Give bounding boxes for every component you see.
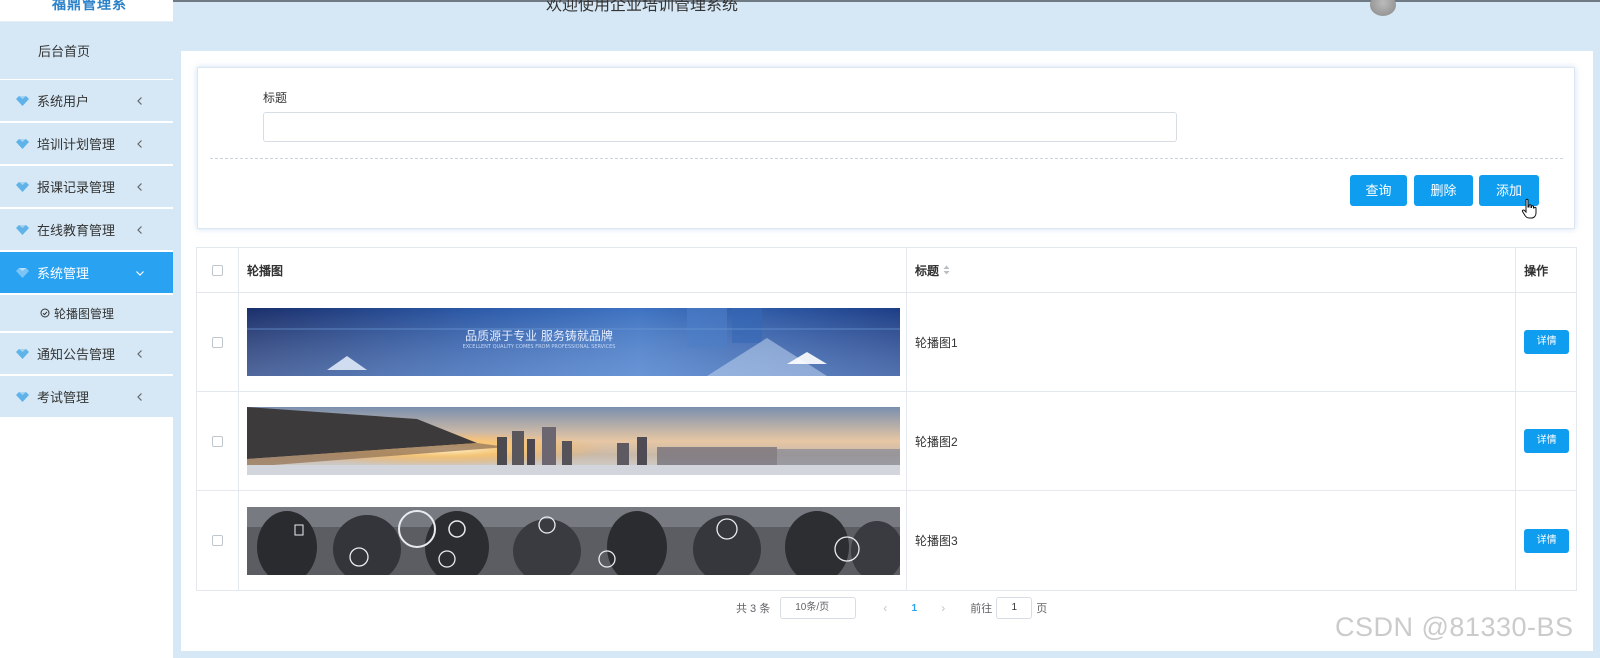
sidebar-brand-area: 福鼎管理系 bbox=[0, 0, 173, 22]
title-cell: 轮播图2 bbox=[907, 392, 1517, 490]
sidebar-item-users[interactable]: 系统用户 bbox=[0, 80, 173, 123]
carousel-image-2[interactable] bbox=[246, 407, 900, 475]
gem-icon bbox=[16, 348, 29, 359]
title-search-input[interactable] bbox=[263, 112, 1177, 142]
column-header-title-label: 标题 bbox=[914, 263, 939, 278]
title-field-label: 标题 bbox=[263, 91, 288, 105]
sidebar-item-label: 系统管理 bbox=[37, 266, 90, 281]
select-all-cell bbox=[197, 248, 239, 292]
chevron-left-icon bbox=[137, 392, 142, 401]
next-page-icon[interactable]: › bbox=[928, 601, 958, 615]
carousel-table: 轮播图 标题 操作 品质源于专业 服务铸就品牌 EXCELLENT QUALIT… bbox=[196, 247, 1577, 591]
detail-button[interactable]: 详情 bbox=[1524, 528, 1570, 553]
page-size-select[interactable]: 10条/页 bbox=[780, 597, 857, 619]
sidebar-item-label: 报课记录管理 bbox=[37, 180, 116, 195]
gem-icon bbox=[16, 224, 29, 235]
sidebar-item-label: 培训计划管理 bbox=[37, 137, 116, 152]
chevron-left-icon bbox=[137, 139, 142, 148]
actions-cell: 详情 bbox=[1516, 491, 1576, 590]
column-header-image: 轮播图 bbox=[239, 248, 907, 292]
table-row: 品质源于专业 服务铸就品牌 EXCELLENT QUALITY COMES FR… bbox=[197, 293, 1576, 392]
carousel-image-3[interactable] bbox=[246, 506, 900, 575]
select-all-checkbox[interactable] bbox=[211, 264, 223, 276]
sidebar-item-enrollment-records[interactable]: 报课记录管理 bbox=[0, 166, 173, 209]
column-header-actions: 操作 bbox=[1524, 263, 1549, 278]
gem-icon bbox=[16, 181, 29, 192]
gem-icon bbox=[16, 391, 29, 402]
pagination: 共 3 条 10条/页 ‹ 1 › 前往 1 页 bbox=[736, 597, 1047, 619]
chevron-left-icon bbox=[137, 349, 142, 358]
table-row: 轮播图2 详情 bbox=[197, 392, 1576, 491]
delete-button[interactable]: 删除 bbox=[1414, 175, 1473, 206]
sort-icon[interactable] bbox=[943, 265, 950, 275]
sidebar-item-label: 系统用户 bbox=[37, 94, 90, 109]
page-number-current[interactable]: 1 bbox=[900, 603, 928, 614]
sidebar-item-home[interactable]: 后台首页 bbox=[0, 22, 173, 80]
gem-icon bbox=[16, 138, 29, 149]
divider bbox=[210, 158, 1563, 159]
column-header-title[interactable]: 标题 bbox=[907, 248, 1517, 292]
watermark: CSDN @81330-BS bbox=[1335, 612, 1574, 642]
table-header-row: 轮播图 标题 操作 bbox=[197, 248, 1576, 293]
page-header-title: 欢迎使用企业培训管理系统 bbox=[546, 0, 739, 14]
avatar[interactable] bbox=[1370, 0, 1396, 16]
chevron-down-icon bbox=[136, 270, 144, 276]
row-select-cell bbox=[197, 392, 239, 490]
main-content: 标题 查询 删除 添加 轮播图 标题 操作 品质源于专业 服务铸就品牌 EXCE… bbox=[181, 51, 1593, 651]
sidebar-item-label: 通知公告管理 bbox=[37, 347, 116, 362]
prev-page-icon[interactable]: ‹ bbox=[870, 601, 900, 615]
hand-cursor-icon bbox=[1521, 198, 1537, 219]
sidebar-subitem-label: 轮播图管理 bbox=[54, 306, 115, 321]
chevron-left-icon bbox=[137, 96, 142, 105]
gem-icon bbox=[16, 267, 29, 278]
pagination-total: 共 3 条 bbox=[736, 603, 771, 615]
title-cell: 轮播图3 bbox=[907, 491, 1517, 590]
detail-button[interactable]: 详情 bbox=[1524, 429, 1570, 453]
detail-button[interactable]: 详情 bbox=[1524, 330, 1570, 354]
sidebar-item-system-management[interactable]: 系统管理 bbox=[0, 252, 173, 295]
row-select-cell bbox=[197, 491, 239, 590]
sidebar-item-online-education[interactable]: 在线教育管理 bbox=[0, 209, 173, 252]
sidebar-item-label: 考试管理 bbox=[37, 390, 90, 405]
row-select-cell bbox=[197, 293, 239, 391]
sidebar-subitem-carousel-management[interactable]: 轮播图管理 bbox=[0, 295, 173, 333]
brand-title: 福鼎管理系 bbox=[52, 0, 127, 12]
sidebar-item-announcements[interactable]: 通知公告管理 bbox=[0, 333, 173, 376]
goto-page-input[interactable]: 1 bbox=[996, 597, 1033, 619]
row-checkbox[interactable] bbox=[211, 336, 223, 348]
query-button[interactable]: 查询 bbox=[1350, 175, 1407, 206]
table-row: 轮播图3 详情 bbox=[197, 491, 1576, 590]
row-checkbox[interactable] bbox=[211, 535, 223, 546]
row-checkbox[interactable] bbox=[211, 435, 223, 447]
check-circle-icon bbox=[40, 308, 50, 318]
search-panel: 标题 查询 删除 添加 bbox=[197, 67, 1575, 229]
actions-cell: 详情 bbox=[1516, 392, 1576, 490]
sidebar-item-label: 在线教育管理 bbox=[37, 223, 116, 238]
sidebar-item-exams[interactable]: 考试管理 bbox=[0, 376, 173, 419]
banner-subline: EXCELLENT QUALITY COMES FROM PROFESSIONA… bbox=[463, 344, 616, 350]
sidebar-item-training-plan[interactable]: 培训计划管理 bbox=[0, 123, 173, 166]
actions-cell: 详情 bbox=[1516, 293, 1576, 391]
sidebar: 福鼎管理系 后台首页 系统用户 培训计划管理 报课记录管理 在线教育管理 系统管… bbox=[0, 0, 173, 658]
goto-suffix: 页 bbox=[1036, 603, 1048, 615]
image-cell: 品质源于专业 服务铸就品牌 EXCELLENT QUALITY COMES FR… bbox=[239, 293, 907, 391]
title-cell: 轮播图1 bbox=[907, 293, 1517, 391]
image-cell bbox=[239, 491, 907, 590]
goto-label: 前往 bbox=[970, 603, 993, 615]
window-top-border bbox=[0, 0, 1600, 2]
chevron-left-icon bbox=[137, 182, 142, 191]
carousel-image-1[interactable]: 品质源于专业 服务铸就品牌 EXCELLENT QUALITY COMES FR… bbox=[246, 308, 900, 376]
banner-headline: 品质源于专业 服务铸就品牌 bbox=[465, 328, 613, 343]
gem-icon bbox=[16, 95, 29, 106]
image-cell bbox=[239, 392, 907, 490]
chevron-left-icon bbox=[137, 225, 142, 234]
